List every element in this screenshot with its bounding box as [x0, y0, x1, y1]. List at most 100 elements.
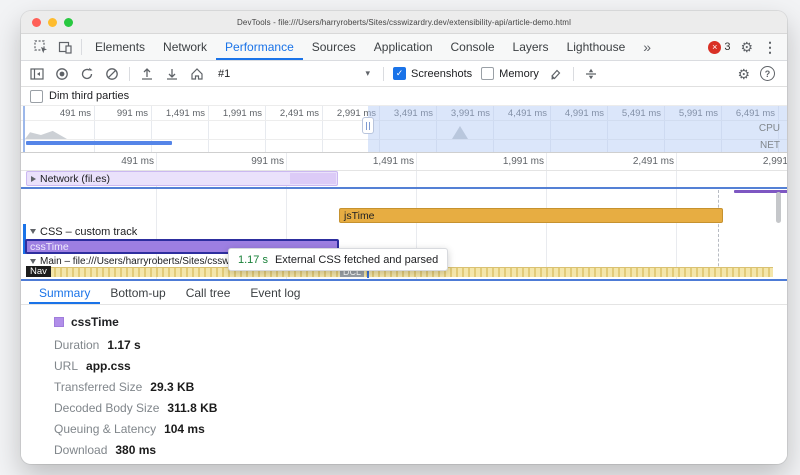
help-icon[interactable]: ?: [760, 66, 775, 81]
summary-row: Transferred Size 29.3 KB: [54, 380, 787, 394]
disclosure-triangle-icon[interactable]: [30, 259, 36, 264]
jstime-event-bar[interactable]: jsTime: [339, 208, 723, 223]
summary-title-row: cssTime: [54, 315, 787, 329]
kebab-menu-icon[interactable]: ⋮: [763, 40, 777, 54]
tab-call-tree[interactable]: Call tree: [176, 281, 241, 304]
summary-event-name: cssTime: [71, 315, 119, 329]
reload-record-icon[interactable]: [79, 66, 95, 82]
tab-lighthouse[interactable]: Lighthouse: [558, 34, 635, 60]
nav-marker-badge: Nav: [26, 266, 51, 277]
devtools-tabbar: Elements Network Performance Sources App…: [21, 34, 787, 61]
flame-chart[interactable]: 491 ms 991 ms 1,491 ms 1,991 ms 2,491 ms…: [21, 153, 787, 279]
garbage-collect-icon[interactable]: [548, 66, 564, 82]
overview-tick: 991 ms: [94, 108, 148, 119]
window-title: DevTools - file:///Users/harryroberts/Si…: [237, 18, 571, 27]
toolbar-right-controls: ⚙ ?: [737, 66, 779, 81]
minimize-window-button[interactable]: [48, 18, 57, 27]
summary-row-label: Decoded Body Size: [54, 401, 159, 415]
tab-application[interactable]: Application: [365, 34, 442, 60]
css-custom-track-header[interactable]: CSS – custom track: [30, 225, 137, 238]
tab-elements[interactable]: Elements: [86, 34, 154, 60]
tab-bottom-up[interactable]: Bottom-up: [100, 281, 175, 304]
summary-row-label: Transferred Size: [54, 380, 142, 394]
timeline-overview[interactable]: 491 ms 991 ms 1,491 ms 1,991 ms 2,491 ms…: [21, 106, 787, 153]
summary-row: Download 380 ms: [54, 443, 787, 457]
save-profile-icon[interactable]: [164, 66, 180, 82]
clear-icon[interactable]: [104, 66, 120, 82]
memory-checkbox-row[interactable]: Memory: [481, 67, 539, 80]
dim-third-parties-label: Dim third parties: [49, 90, 129, 102]
overview-unselected-shade: [368, 106, 787, 152]
summary-row-value: 380 ms: [115, 443, 156, 457]
detail-tick: 1,491 ms: [342, 156, 414, 167]
screenshots-checkbox-row[interactable]: ✓ Screenshots: [393, 67, 472, 80]
network-track-label: Network (fil.es): [40, 173, 110, 185]
device-toolbar-icon[interactable]: [53, 34, 77, 60]
recording-select-value: #1: [218, 68, 230, 80]
tab-sources[interactable]: Sources: [303, 34, 365, 60]
tab-layers[interactable]: Layers: [504, 34, 558, 60]
load-marker-line: [718, 190, 719, 276]
toolbar-separator: [383, 67, 384, 81]
tabbar-right-controls: × 3 ⚙ ⋮: [708, 34, 787, 60]
summary-row: Decoded Body Size 311.8 KB: [54, 401, 787, 415]
net-lane-label: NET: [760, 140, 780, 151]
disclosure-triangle-icon[interactable]: [31, 176, 36, 182]
detail-tick: 491 ms: [82, 156, 154, 167]
csstime-label: cssTime: [30, 241, 69, 253]
load-profile-icon[interactable]: [139, 66, 155, 82]
network-request-segment: [290, 173, 336, 184]
network-track-resizer[interactable]: [21, 187, 787, 189]
disclosure-triangle-icon[interactable]: [30, 229, 36, 234]
memory-label: Memory: [499, 68, 539, 80]
inspect-element-icon[interactable]: [29, 34, 53, 60]
details-tabbar: Summary Bottom-up Call tree Event log: [21, 281, 787, 305]
window-left-handle[interactable]: [23, 106, 25, 152]
screenshots-checkbox[interactable]: ✓: [393, 67, 406, 80]
traffic-lights: [32, 18, 73, 27]
toggle-sidebar-icon[interactable]: [29, 66, 45, 82]
window-right-handle[interactable]: [362, 117, 374, 134]
close-window-button[interactable]: [32, 18, 41, 27]
tab-summary[interactable]: Summary: [29, 281, 100, 304]
summary-row-label: URL: [54, 359, 78, 373]
error-count-badge[interactable]: × 3: [708, 41, 730, 54]
chevron-down-icon: ▾: [365, 69, 370, 78]
tabbar-separator: [81, 39, 82, 55]
error-icon: ×: [708, 41, 721, 54]
dim-third-parties-checkbox[interactable]: [30, 90, 43, 103]
home-icon[interactable]: [189, 66, 205, 82]
record-button-icon[interactable]: [54, 66, 70, 82]
settings-gear-icon[interactable]: ⚙: [740, 40, 753, 54]
summary-row-label: Queuing & Latency: [54, 422, 156, 436]
memory-checkbox[interactable]: [481, 67, 494, 80]
summary-row-value: 311.8 KB: [167, 401, 217, 415]
summary-row-value: 1.17 s: [107, 338, 140, 352]
summary-row-label: Download: [54, 443, 107, 457]
tooltip-text: External CSS fetched and parsed: [275, 254, 438, 266]
recording-select[interactable]: #1 ▾: [214, 68, 374, 80]
network-track-row[interactable]: Network (fil.es): [26, 171, 338, 186]
zoom-window-button[interactable]: [64, 18, 73, 27]
overview-tick: 2,491 ms: [265, 108, 319, 119]
more-tabs-chevron-icon[interactable]: »: [634, 34, 660, 60]
summary-row-value: 104 ms: [164, 422, 205, 436]
tab-network[interactable]: Network: [154, 34, 216, 60]
summary-row-value: app.css: [86, 359, 131, 373]
overview-tick: 1,491 ms: [151, 108, 205, 119]
detail-tick: 2,991 ms: [732, 156, 787, 167]
summary-row-label: Duration: [54, 338, 99, 352]
vertical-scrollbar[interactable]: [776, 192, 781, 223]
collapse-tracks-icon[interactable]: [583, 66, 599, 82]
tab-event-log[interactable]: Event log: [240, 281, 310, 304]
devtools-window: DevTools - file:///Users/harryroberts/Si…: [21, 11, 787, 464]
capture-settings-gear-icon[interactable]: ⚙: [737, 67, 750, 81]
error-count: 3: [724, 41, 730, 53]
tab-performance[interactable]: Performance: [216, 34, 303, 60]
tab-console[interactable]: Console: [442, 34, 504, 60]
css-track-label: CSS – custom track: [40, 226, 137, 238]
detail-tick: 2,491 ms: [602, 156, 674, 167]
summary-row: Queuing & Latency 104 ms: [54, 422, 787, 436]
summary-panel: cssTime Duration 1.17 s URL app.css Tran…: [21, 305, 787, 457]
toolbar-separator: [573, 67, 574, 81]
